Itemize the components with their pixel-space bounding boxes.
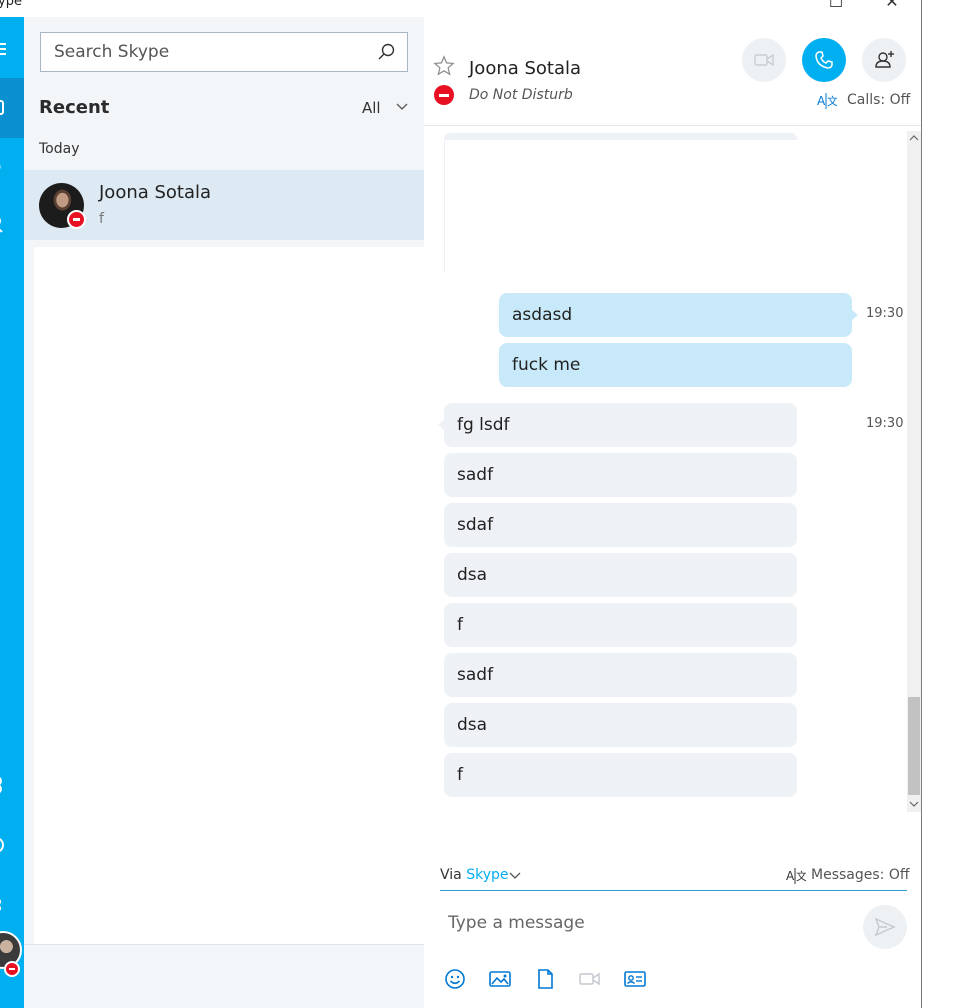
- svg-text:文: 文: [796, 869, 806, 883]
- via-service[interactable]: Skype: [466, 867, 508, 883]
- header-divider: [424, 125, 921, 126]
- recent-heading: Recent: [39, 97, 110, 118]
- navigation-rail: [0, 17, 24, 1008]
- chat-scrollbar[interactable]: [907, 131, 921, 812]
- incoming-message[interactable]: fg lsdf: [438, 403, 797, 447]
- incoming-message[interactable]: dsa: [444, 553, 797, 597]
- svg-text:A: A: [786, 869, 795, 883]
- video-message-icon[interactable]: [578, 967, 602, 991]
- title-bar: ype ☐ ✕: [0, 0, 922, 17]
- sidebar-divider: [24, 944, 424, 945]
- send-via-selector[interactable]: Via Skype: [440, 867, 508, 883]
- message-timestamp: 19:30: [866, 306, 904, 321]
- conversation-preview: f: [99, 211, 104, 227]
- conversation-name: Joona Sotala: [99, 182, 212, 203]
- video-call-button[interactable]: [742, 38, 786, 82]
- notifications-icon[interactable]: [0, 895, 12, 915]
- message-timestamp: 19:30: [866, 416, 904, 431]
- chats-icon[interactable]: [0, 98, 12, 118]
- search-input[interactable]: [42, 33, 362, 71]
- scroll-down-arrow-icon[interactable]: [909, 799, 919, 809]
- bots-icon[interactable]: [0, 775, 12, 795]
- recent-list: [34, 247, 424, 944]
- translate-icon[interactable]: A 文: [786, 867, 806, 885]
- via-prefix: Via: [440, 867, 462, 883]
- video-camera-icon: [754, 53, 774, 67]
- svg-text:文: 文: [827, 94, 837, 108]
- contact-card-icon[interactable]: [623, 967, 647, 991]
- image-icon[interactable]: [488, 967, 512, 991]
- audio-call-button[interactable]: [802, 38, 846, 82]
- phone-icon: [815, 51, 833, 69]
- message-loading-placeholder: [444, 133, 797, 273]
- incoming-message[interactable]: sadf: [444, 453, 797, 497]
- menu-icon[interactable]: [0, 39, 12, 59]
- close-window-button[interactable]: ✕: [882, 0, 902, 11]
- chat-contact-name[interactable]: Joona Sotala: [469, 58, 581, 79]
- send-button[interactable]: [863, 905, 907, 949]
- outgoing-message[interactable]: asdasd: [499, 293, 858, 337]
- calls-translation-status[interactable]: Calls: Off: [847, 92, 910, 108]
- incoming-message[interactable]: sdaf: [444, 503, 797, 547]
- send-icon: [875, 917, 895, 937]
- favorite-star-icon[interactable]: [433, 55, 455, 77]
- dnd-status-icon: [434, 85, 454, 105]
- window-border: [921, 0, 922, 1008]
- calls-icon[interactable]: [0, 157, 12, 177]
- chevron-down-icon[interactable]: [396, 101, 408, 113]
- search-icon[interactable]: [377, 42, 397, 62]
- file-icon[interactable]: [533, 967, 557, 991]
- incoming-message[interactable]: f: [444, 603, 797, 647]
- translate-icon[interactable]: A 文: [817, 92, 837, 110]
- scroll-thumb[interactable]: [908, 697, 920, 795]
- recent-filter-dropdown[interactable]: All: [362, 99, 381, 117]
- help-icon[interactable]: [0, 835, 12, 855]
- compose-divider: [440, 890, 907, 891]
- incoming-message[interactable]: sadf: [444, 653, 797, 697]
- scroll-up-arrow-icon[interactable]: [909, 133, 919, 143]
- emoji-icon[interactable]: [443, 967, 467, 991]
- add-person-icon: [875, 51, 894, 68]
- outgoing-message[interactable]: fuck me: [499, 343, 852, 387]
- messages-translation-status[interactable]: Messages: Off: [811, 867, 910, 883]
- chat-contact-status: Do Not Disturb: [469, 87, 573, 103]
- incoming-message[interactable]: f: [444, 753, 797, 797]
- chevron-down-icon[interactable]: [509, 870, 521, 882]
- incoming-message[interactable]: dsa: [444, 703, 797, 747]
- maximize-button[interactable]: ☐: [826, 0, 846, 11]
- search-box[interactable]: [40, 32, 408, 72]
- dnd-status-icon: [67, 210, 86, 229]
- svg-text:A: A: [817, 94, 826, 108]
- conversation-item[interactable]: Joona Sotala f: [24, 170, 424, 240]
- add-participants-button[interactable]: [862, 38, 906, 82]
- app-title: ype: [0, 0, 22, 9]
- contacts-icon[interactable]: [0, 215, 12, 235]
- message-input[interactable]: [440, 903, 850, 943]
- group-label-today: Today: [39, 141, 80, 157]
- my-status-dnd-icon: [4, 961, 20, 977]
